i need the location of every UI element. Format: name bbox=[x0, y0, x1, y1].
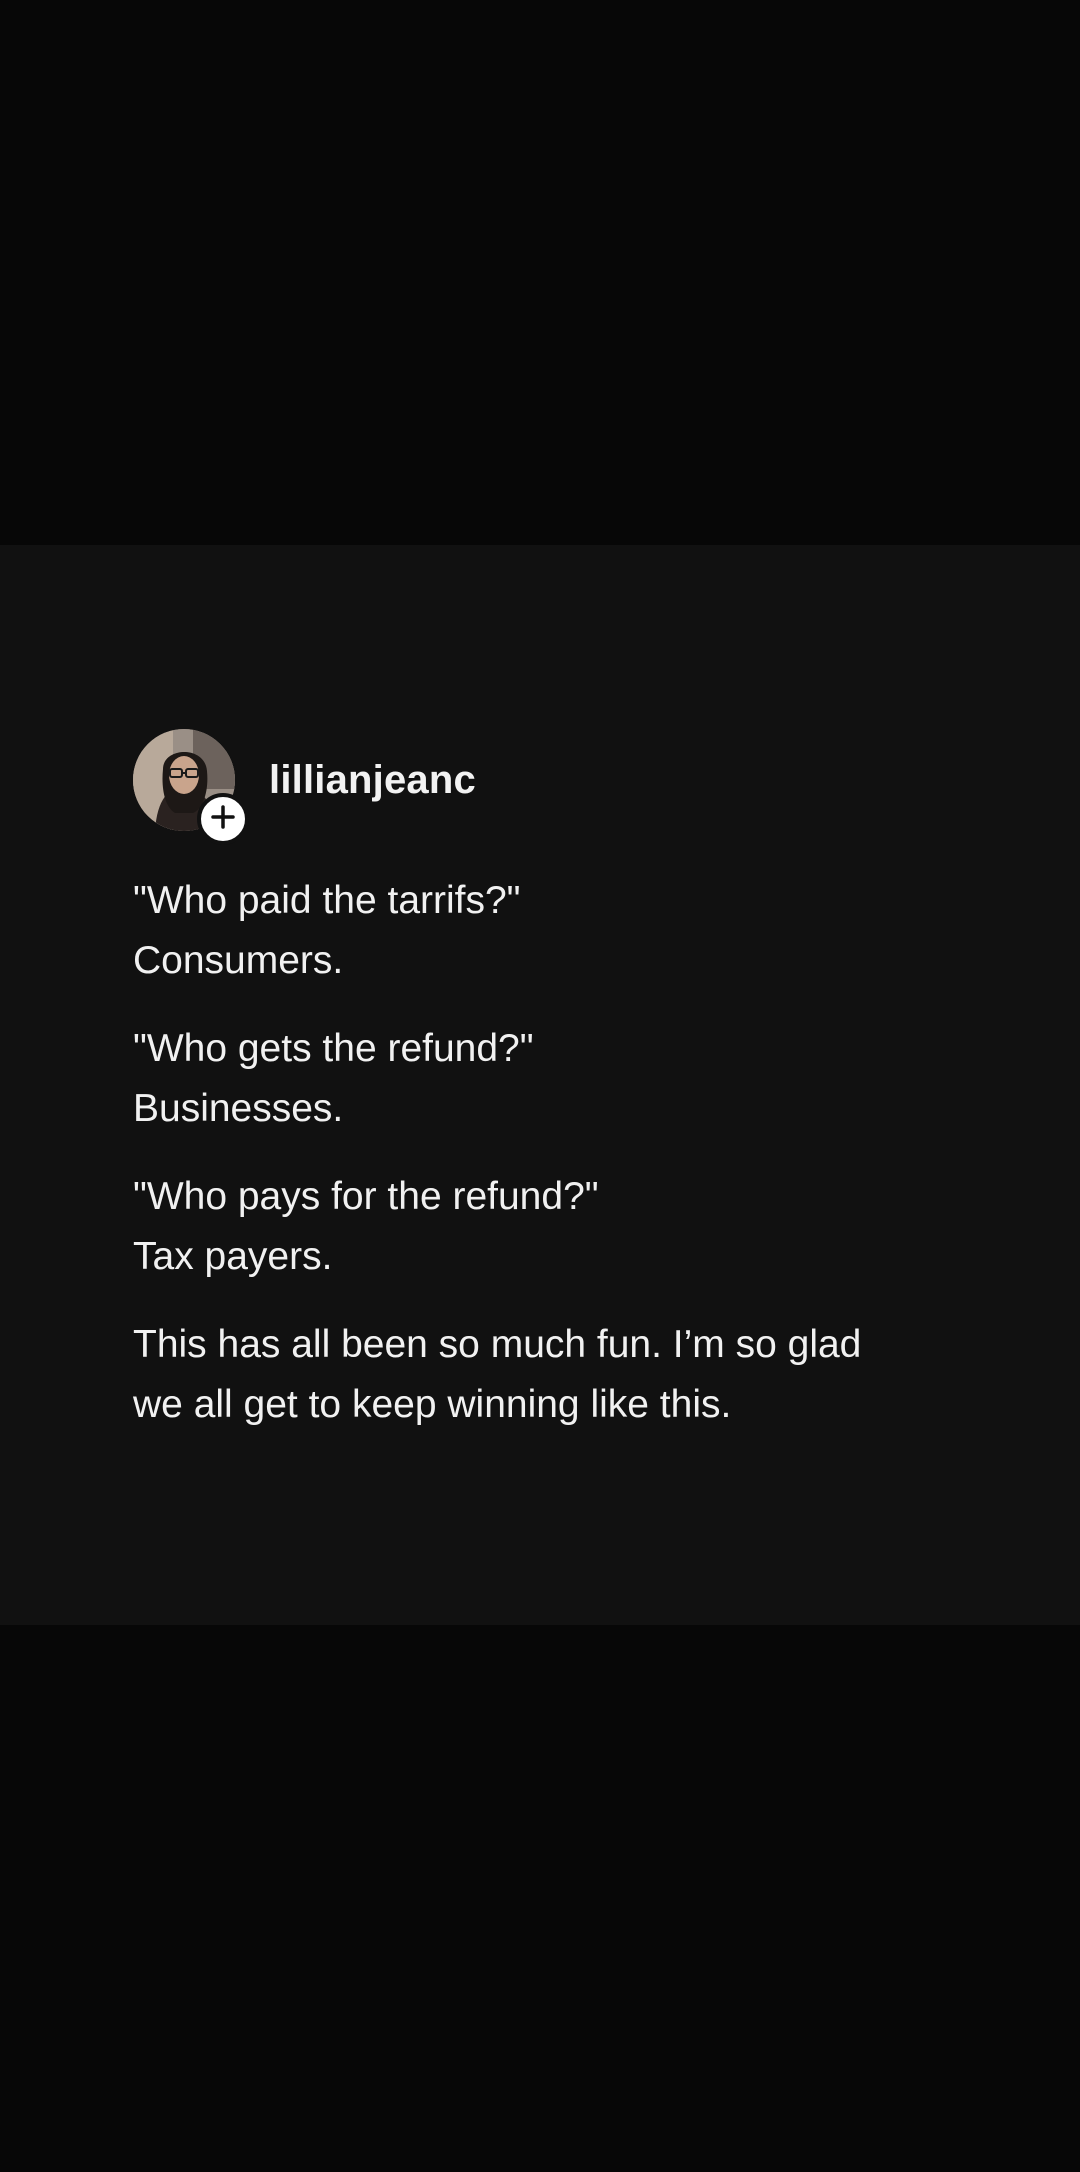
avatar[interactable] bbox=[133, 729, 249, 845]
post-line: Tax payers. bbox=[133, 1235, 333, 1278]
post-paragraph: "Who gets the refund?" Businesses. bbox=[133, 1019, 973, 1139]
post-line: Businesses. bbox=[133, 1087, 344, 1130]
post-line: we all get to keep winning like this. bbox=[133, 1383, 732, 1426]
post-paragraph: "Who paid the tarrifs?" Consumers. bbox=[133, 871, 973, 991]
post-line: This has all been so much fun. I’m so gl… bbox=[133, 1323, 862, 1366]
follow-button[interactable] bbox=[197, 793, 249, 845]
post-line: Consumers. bbox=[133, 939, 344, 982]
plus-icon bbox=[210, 804, 236, 835]
post-text: "Who paid the tarrifs?" Consumers. "Who … bbox=[133, 871, 973, 1463]
post-paragraph: This has all been so much fun. I’m so gl… bbox=[133, 1315, 973, 1435]
username[interactable]: lillianjeanc bbox=[269, 758, 476, 803]
post-line: "Who pays for the refund?" bbox=[133, 1175, 599, 1218]
post-header: lillianjeanc bbox=[133, 729, 476, 845]
post-line: "Who paid the tarrifs?" bbox=[133, 879, 521, 922]
post-card: lillianjeanc "Who paid the tarrifs?" Con… bbox=[0, 545, 1080, 1625]
post-line: "Who gets the refund?" bbox=[133, 1027, 534, 1070]
post-paragraph: "Who pays for the refund?" Tax payers. bbox=[133, 1167, 973, 1287]
screen-background: lillianjeanc "Who paid the tarrifs?" Con… bbox=[0, 0, 1080, 2172]
